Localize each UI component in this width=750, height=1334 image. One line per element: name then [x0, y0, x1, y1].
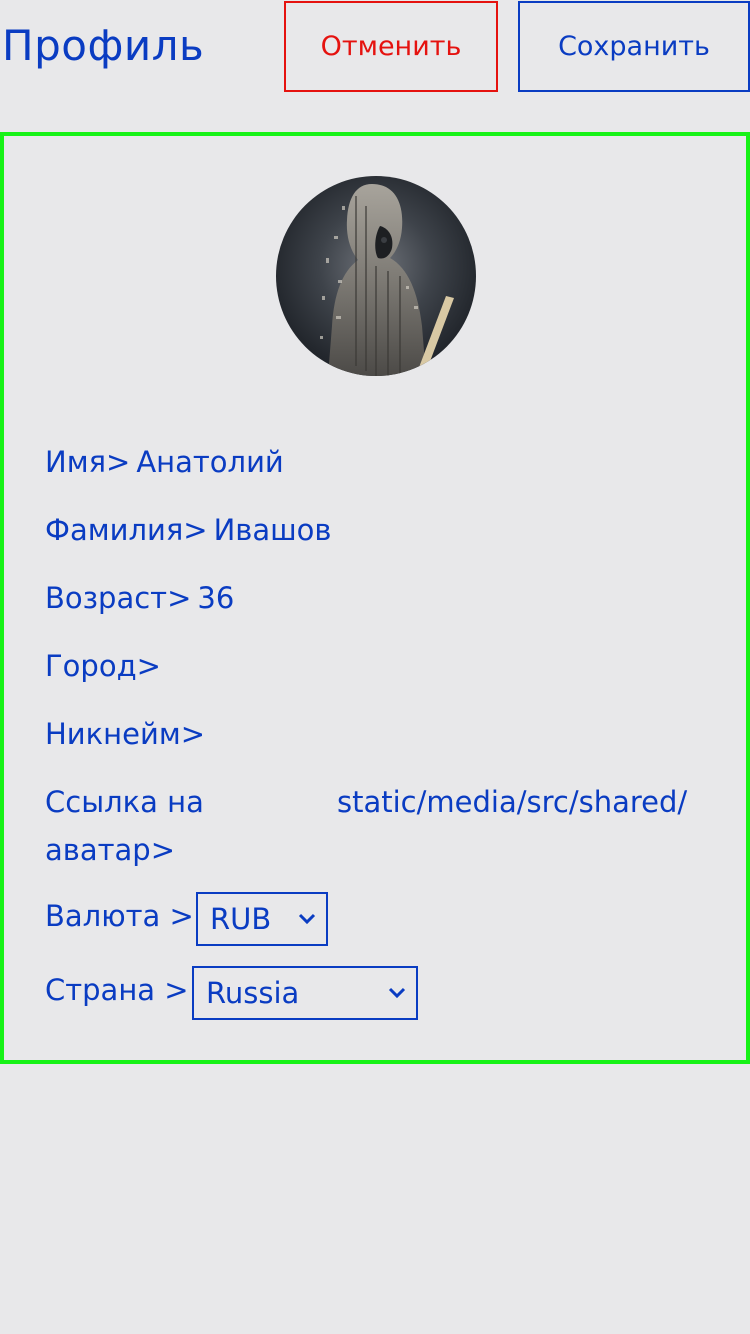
country-select[interactable]: Russia — [192, 966, 418, 1020]
currency-label: Валюта > — [45, 899, 194, 933]
age-value[interactable]: 36 — [197, 581, 234, 615]
profile-card: Имя> Анатолий Фамилия> Ивашов Возраст> 36 Г… — [0, 132, 750, 1064]
cancel-button[interactable]: Отменить — [284, 1, 498, 92]
field-first-name[interactable]: Имя> Анатолий — [45, 438, 284, 486]
first-name-value[interactable]: Анатолий — [136, 445, 283, 479]
last-name-value[interactable]: Ивашов — [214, 513, 332, 547]
currency-selected-value: RUB — [210, 902, 272, 936]
currency-select[interactable]: RUB — [196, 892, 328, 946]
field-age[interactable]: Возраст> 36 — [45, 574, 234, 622]
chevron-down-icon — [298, 913, 316, 925]
save-button[interactable]: Сохранить — [518, 1, 750, 92]
first-name-label: Имя> — [45, 445, 131, 479]
avatar-link-value[interactable]: static/media/src/shared/ — [337, 778, 709, 826]
field-city[interactable]: Город> — [45, 642, 167, 690]
last-name-label: Фамилия> — [45, 513, 208, 547]
nickname-label: Никнейм> — [45, 717, 205, 751]
chevron-down-icon — [388, 987, 406, 999]
avatar[interactable] — [276, 176, 476, 376]
country-label: Страна > — [45, 973, 189, 1007]
avatar-image — [320, 184, 454, 376]
field-nickname[interactable]: Никнейм> — [45, 710, 211, 758]
field-last-name[interactable]: Фамилия> Ивашов — [45, 506, 332, 554]
country-selected-value: Russia — [206, 976, 300, 1010]
header: Профиль Отменить Сохранить — [0, 0, 750, 92]
avatar-link-label: Ссылка на аватар> — [45, 785, 204, 867]
city-label: Город> — [45, 649, 161, 683]
page-title: Профиль — [2, 21, 205, 70]
age-label: Возраст> — [45, 581, 192, 615]
